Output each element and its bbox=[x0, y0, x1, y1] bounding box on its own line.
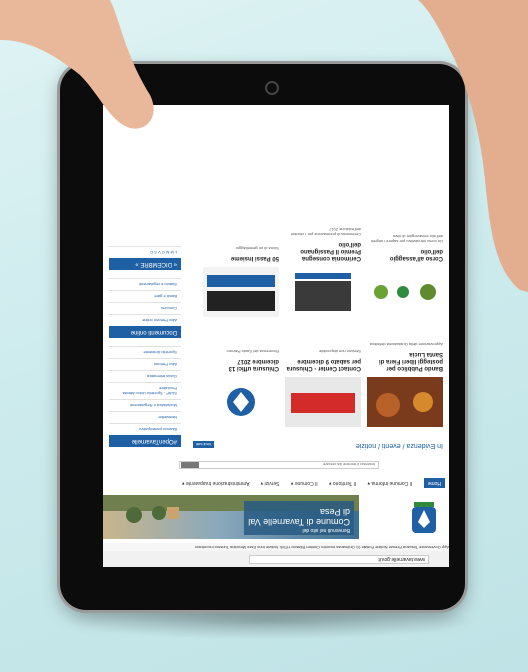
left-hand bbox=[0, 0, 154, 129]
hands-overlay bbox=[0, 0, 528, 292]
right-hand bbox=[418, 0, 528, 292]
